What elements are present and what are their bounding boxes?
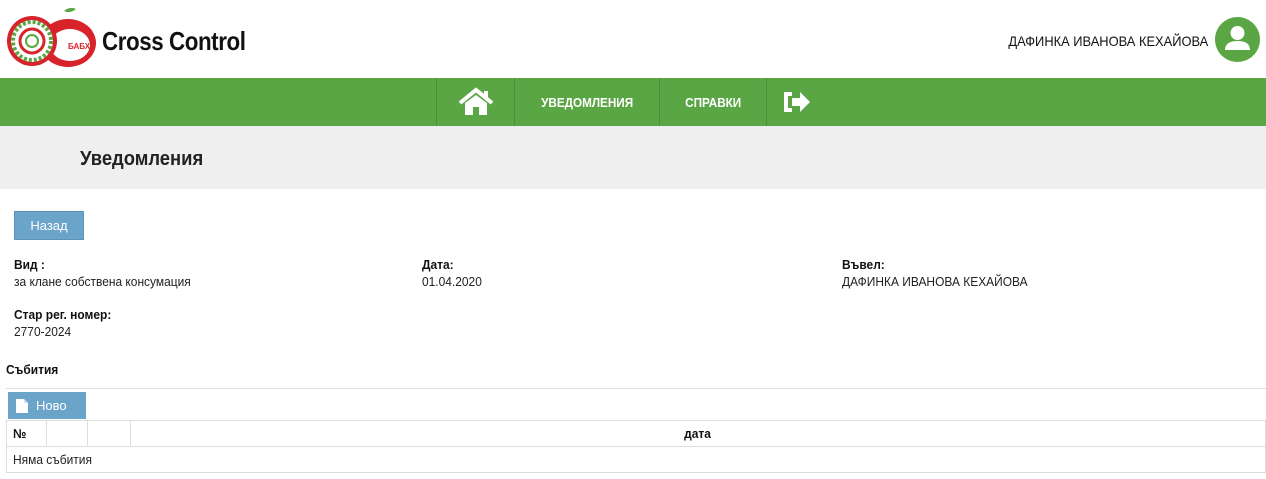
main-navbar: УВЕДОМЛЕНИЯ СПРАВКИ <box>0 78 1266 126</box>
back-button[interactable]: Назад <box>14 211 84 240</box>
old-reg-label: Стар рег. номер: <box>14 307 112 322</box>
column-number[interactable]: № <box>6 420 47 447</box>
page-title-bar: Уведомления <box>0 126 1266 189</box>
old-reg-value: 2770-2024 <box>14 324 72 339</box>
user-avatar[interactable] <box>1215 17 1260 62</box>
table-row: Няма събития <box>6 446 1266 473</box>
column-date[interactable]: дата <box>130 420 1266 447</box>
new-event-button[interactable]: Ново <box>8 392 86 419</box>
date-label: Дата: <box>422 257 454 272</box>
file-icon <box>16 398 28 413</box>
events-table-header: № дата <box>6 420 1266 447</box>
user-icon <box>1225 26 1250 50</box>
date-value: 01.04.2020 <box>422 274 482 289</box>
app-title: Cross Control <box>102 26 246 56</box>
events-panel: Ново № дата Няма събития <box>6 388 1266 476</box>
events-table: № дата Няма събития <box>6 420 1266 473</box>
type-value: за клане собствена консумация <box>14 274 191 289</box>
new-event-label: Ново <box>36 398 67 413</box>
column-blank-1[interactable] <box>46 420 88 447</box>
nav-reports-label: СПРАВКИ <box>684 94 742 110</box>
entered-by-value: ДАФИНКА ИВАНОВА КЕХАЙОВА <box>842 274 1028 289</box>
nav-home[interactable] <box>436 78 514 126</box>
babh-logo[interactable]: БАБХ <box>6 5 98 71</box>
app-header: БАБХ Cross Control ДАФИНКА ИВАНОВА КЕХАЙ… <box>0 0 1266 78</box>
type-label: Вид : <box>14 257 45 272</box>
back-button-label: Назад <box>30 218 68 233</box>
entered-by-label: Въвел: <box>842 257 885 272</box>
column-blank-2[interactable] <box>87 420 131 447</box>
logo-text: БАБХ <box>68 42 91 51</box>
page-title: Уведомления <box>80 148 204 170</box>
home-icon <box>458 87 493 115</box>
nav-notifications[interactable]: УВЕДОМЛЕНИЯ <box>514 78 659 126</box>
sign-out-icon <box>784 92 810 112</box>
nav-logout[interactable] <box>767 78 827 126</box>
empty-message: Няма събития <box>6 446 1266 473</box>
nav-reports[interactable]: СПРАВКИ <box>659 78 767 126</box>
user-name[interactable]: ДАФИНКА ИВАНОВА КЕХАЙОВА <box>1008 33 1208 49</box>
events-heading: Събития <box>6 362 59 377</box>
nav-notifications-label: УВЕДОМЛЕНИЯ <box>541 94 633 110</box>
